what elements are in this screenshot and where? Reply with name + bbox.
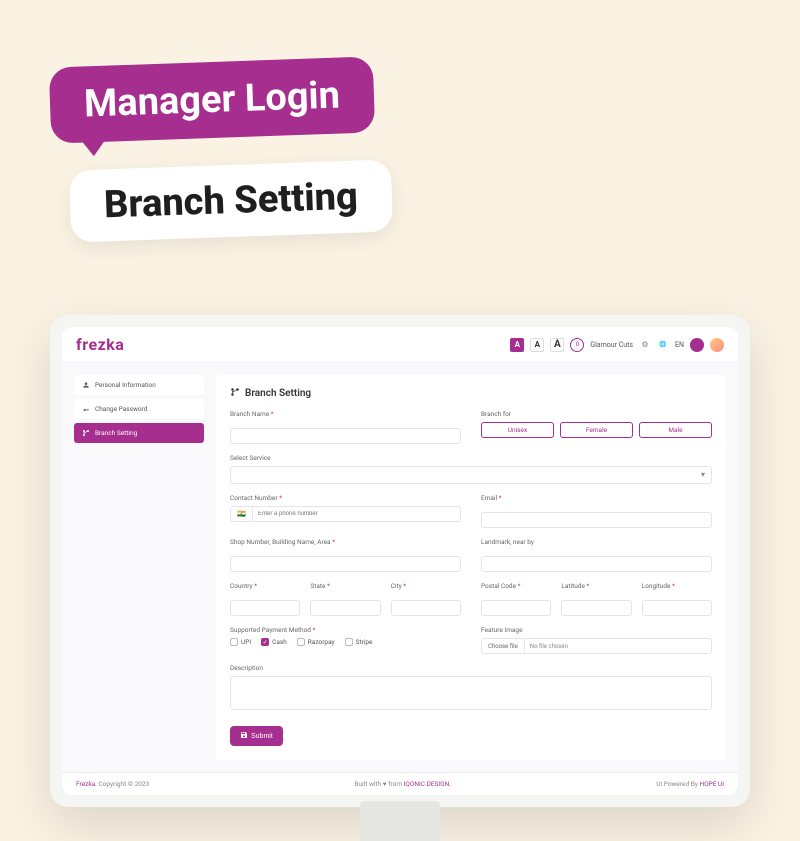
select-service-label: Select Service: [230, 454, 712, 462]
branch-icon: [230, 387, 240, 400]
city-label: City *: [391, 582, 461, 590]
country-label: Country *: [230, 582, 300, 590]
sidebar-item-change-password[interactable]: Change Password: [74, 399, 204, 419]
branch-for-male[interactable]: Male: [639, 422, 712, 438]
user-name: Glamour Cuts: [590, 341, 633, 349]
description-label: Description: [230, 664, 712, 672]
country-flag-selector[interactable]: 🇮🇳: [230, 506, 252, 522]
email-label: Email *: [481, 494, 712, 502]
contact-number-label: Contact Number *: [230, 494, 461, 502]
choose-file-button[interactable]: Choose file: [481, 638, 525, 654]
footer: Frezka. Copyright © 2023 Built with ♥ fr…: [62, 772, 738, 795]
branch-for-unisex[interactable]: Unisex: [481, 422, 554, 438]
feature-image-label: Feature Image: [481, 626, 712, 634]
branch-for-label: Branch for: [481, 410, 712, 418]
postal-label: Postal Code *: [481, 582, 551, 590]
branch-icon: [82, 429, 90, 437]
payment-razorpay[interactable]: Razorpay: [297, 638, 335, 646]
topbar: frezka A A A 0 Glamour Cuts ⚙ 🌐 EN: [62, 327, 738, 363]
select-service-dropdown[interactable]: [230, 466, 712, 484]
latitude-input[interactable]: [561, 600, 631, 616]
state-input[interactable]: [310, 600, 380, 616]
app-screen: frezka A A A 0 Glamour Cuts ⚙ 🌐 EN Perso…: [62, 327, 738, 795]
branch-for-female[interactable]: Female: [560, 422, 633, 438]
footer-brand[interactable]: Frezka.: [76, 780, 97, 788]
sidebar-item-branch-setting[interactable]: Branch Setting: [74, 423, 204, 443]
key-icon: [82, 405, 90, 413]
city-input[interactable]: [391, 600, 461, 616]
description-textarea[interactable]: [230, 676, 712, 710]
footer-built-with: Built with ♥ from: [354, 780, 403, 788]
latitude-label: Latitude *: [561, 582, 631, 590]
notification-badge[interactable]: 0: [570, 338, 584, 352]
font-size-large[interactable]: A: [550, 338, 564, 352]
phone-input[interactable]: [252, 506, 461, 522]
country-input[interactable]: [230, 600, 300, 616]
sidebar-item-label: Branch Setting: [95, 429, 137, 437]
shop-address-label: Shop Number, Building Name, Area *: [230, 538, 461, 546]
footer-powered-by: UI Powered By: [656, 780, 699, 788]
font-size-medium[interactable]: A: [530, 338, 544, 352]
email-input[interactable]: [481, 512, 712, 528]
longitude-label: Longitude *: [642, 582, 712, 590]
hero-title-2: Branch Setting: [69, 159, 393, 242]
sidebar-item-label: Change Password: [95, 405, 147, 413]
landmark-input[interactable]: [481, 556, 712, 572]
payment-method-label: Supported Payment Method *: [230, 626, 461, 634]
footer-hopeui-link[interactable]: HOPE UI: [700, 780, 725, 788]
font-size-small[interactable]: A: [510, 338, 524, 352]
page-title: Branch Setting: [230, 387, 712, 400]
branch-name-label: Branch Name *: [230, 410, 461, 418]
state-label: State *: [310, 582, 380, 590]
payment-upi[interactable]: UPI: [230, 638, 251, 646]
branch-for-group: Unisex Female Male: [481, 422, 712, 438]
hero-title-1: Manager Login: [49, 56, 375, 143]
monitor-frame: frezka A A A 0 Glamour Cuts ⚙ 🌐 EN Perso…: [50, 315, 750, 807]
logo[interactable]: frezka: [76, 335, 124, 354]
footer-copyright: Copyright © 2023: [97, 780, 149, 788]
file-name-text: No file chosen: [525, 638, 712, 654]
avatar-org[interactable]: [690, 338, 704, 352]
gear-icon[interactable]: ⚙: [639, 339, 651, 351]
postal-input[interactable]: [481, 600, 551, 616]
landmark-label: Landmark, near by: [481, 538, 712, 546]
lang-label: EN: [675, 341, 684, 349]
main-panel: Branch Setting Branch Name * Branch for …: [216, 375, 726, 760]
footer-iqonic-link[interactable]: IQONIC DESIGN.: [404, 780, 451, 788]
branch-name-input[interactable]: [230, 428, 461, 444]
shop-address-input[interactable]: [230, 556, 461, 572]
lang-icon[interactable]: 🌐: [657, 339, 669, 351]
payment-cash[interactable]: ✓Cash: [261, 638, 287, 646]
user-icon: [82, 381, 90, 389]
sidebar-item-label: Personal Information: [95, 381, 156, 389]
submit-button[interactable]: Submit: [230, 726, 283, 746]
longitude-input[interactable]: [642, 600, 712, 616]
body: Personal Information Change Password Bra…: [62, 363, 738, 772]
sidebar: Personal Information Change Password Bra…: [74, 375, 204, 760]
save-icon: [240, 731, 248, 741]
avatar-user[interactable]: [710, 338, 724, 352]
payment-stripe[interactable]: Stripe: [345, 638, 373, 646]
sidebar-item-personal-info[interactable]: Personal Information: [74, 375, 204, 395]
topbar-right: A A A 0 Glamour Cuts ⚙ 🌐 EN: [510, 338, 724, 352]
